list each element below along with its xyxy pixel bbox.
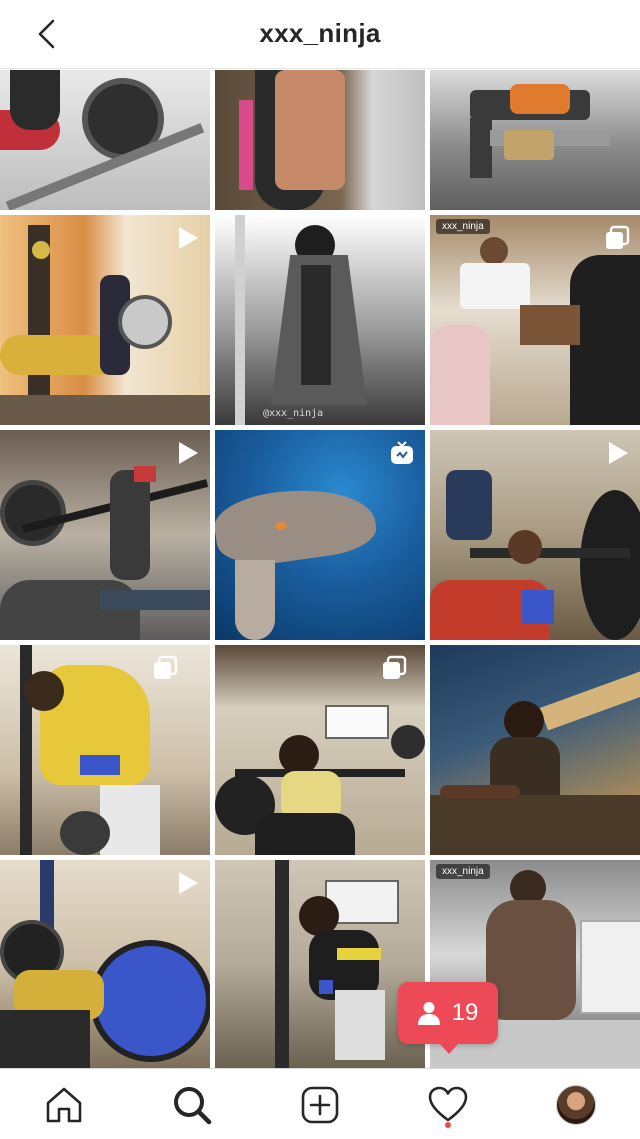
- post-2-thumbnail[interactable]: [215, 70, 425, 210]
- posts-grid: @xxx_ninja xxx_ninja xxx_ninja: [0, 70, 640, 1068]
- notification-count: 19: [451, 999, 479, 1026]
- profile-username: xxx_ninja: [259, 18, 381, 48]
- post-7-thumbnail[interactable]: [0, 430, 210, 640]
- tab-home[interactable]: [42, 1083, 86, 1127]
- heart-icon: [428, 1086, 468, 1122]
- video-icon: [179, 442, 198, 464]
- new-post-icon: [301, 1086, 339, 1124]
- carousel-icon: [383, 655, 407, 679]
- tab-new-post[interactable]: [298, 1083, 342, 1127]
- post-14-thumbnail[interactable]: [215, 860, 425, 1068]
- bottom-tab-bar: [0, 1068, 640, 1139]
- igtv-icon: [391, 441, 413, 464]
- home-icon: [46, 1087, 82, 1123]
- author-tag: xxx_ninja: [436, 219, 490, 234]
- post-12-thumbnail[interactable]: [430, 645, 640, 855]
- post-5-thumbnail[interactable]: @xxx_ninja: [215, 215, 425, 425]
- post-1-thumbnail[interactable]: [0, 70, 210, 210]
- author-tag: xxx_ninja: [436, 864, 490, 879]
- carousel-icon: [154, 655, 178, 679]
- video-icon: [179, 227, 198, 249]
- post-6-thumbnail[interactable]: xxx_ninja: [430, 215, 640, 425]
- video-icon: [179, 872, 198, 894]
- post-11-thumbnail[interactable]: [215, 645, 425, 855]
- post-10-thumbnail[interactable]: [0, 645, 210, 855]
- carousel-icon: [606, 225, 630, 249]
- video-icon: [609, 442, 628, 464]
- post-8-thumbnail[interactable]: [215, 430, 425, 640]
- tab-activity[interactable]: [426, 1083, 470, 1127]
- post-4-thumbnail[interactable]: [0, 215, 210, 425]
- tab-search[interactable]: [170, 1083, 214, 1127]
- follower-notification[interactable]: 19: [398, 982, 498, 1054]
- post-9-thumbnail[interactable]: [430, 430, 640, 640]
- person-icon: [417, 1002, 440, 1025]
- top-header: xxx_ninja: [0, 0, 640, 69]
- tab-profile[interactable]: [554, 1083, 598, 1127]
- watermark-text: @xxx_ninja: [263, 408, 324, 419]
- activity-indicator-dot: [445, 1122, 451, 1128]
- search-icon: [174, 1087, 212, 1125]
- profile-avatar: [556, 1085, 596, 1125]
- post-3-thumbnail[interactable]: [430, 70, 640, 210]
- post-13-thumbnail[interactable]: [0, 860, 210, 1068]
